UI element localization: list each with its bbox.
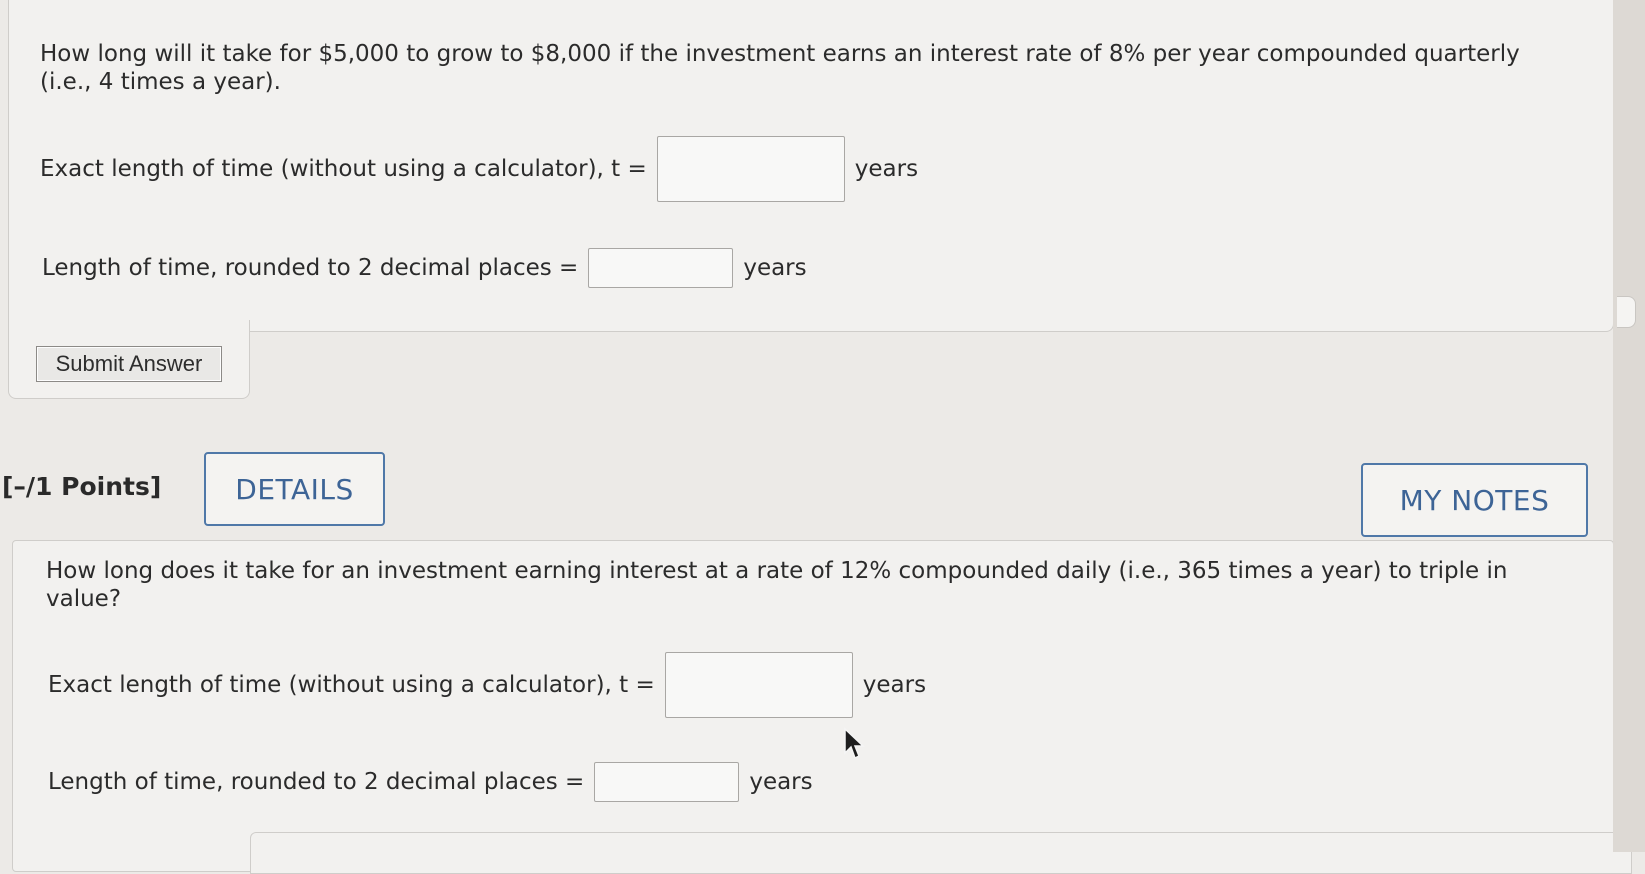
question-2-rounded-row: Length of time, rounded to 2 decimal pla… bbox=[48, 762, 813, 802]
question-2-exact-label: Exact length of time (without using a ca… bbox=[48, 672, 655, 698]
mouse-pointer-icon bbox=[844, 727, 865, 760]
question-1-rounded-label: Length of time, rounded to 2 decimal pla… bbox=[42, 255, 579, 281]
question-1-rounded-unit: years bbox=[743, 255, 807, 281]
question-2-exact-unit: years bbox=[862, 672, 927, 698]
points-label: [–/1 Points] bbox=[2, 472, 162, 501]
scroll-tab[interactable] bbox=[1617, 296, 1636, 328]
question-1-exact-input[interactable] bbox=[656, 136, 845, 202]
submit-answer-button[interactable]: Submit Answer bbox=[36, 346, 222, 382]
question-2-exact-input[interactable] bbox=[664, 652, 853, 718]
question-1-exact-row: Exact length of time (without using a ca… bbox=[40, 136, 918, 202]
question-2-exact-row: Exact length of time (without using a ca… bbox=[48, 652, 926, 718]
question-1-exact-unit: years bbox=[854, 156, 919, 182]
question-2-prompt: How long does it take for an investment … bbox=[46, 558, 1508, 612]
question-1-rounded-input[interactable] bbox=[588, 248, 734, 288]
question-1-prompt: How long will it take for $5,000 to grow… bbox=[40, 41, 1520, 95]
question-2-rounded-input[interactable] bbox=[594, 762, 740, 802]
my-notes-button[interactable]: MY NOTES bbox=[1361, 463, 1588, 537]
question-2-rounded-label: Length of time, rounded to 2 decimal pla… bbox=[48, 769, 585, 795]
details-button[interactable]: DETAILS bbox=[204, 452, 385, 526]
question-1-rounded-row: Length of time, rounded to 2 decimal pla… bbox=[42, 248, 807, 288]
window-edge bbox=[1613, 0, 1645, 852]
question-2-submit-panel bbox=[250, 832, 1632, 874]
question-2-rounded-unit: years bbox=[749, 769, 813, 795]
question-1-exact-label: Exact length of time (without using a ca… bbox=[40, 156, 647, 182]
